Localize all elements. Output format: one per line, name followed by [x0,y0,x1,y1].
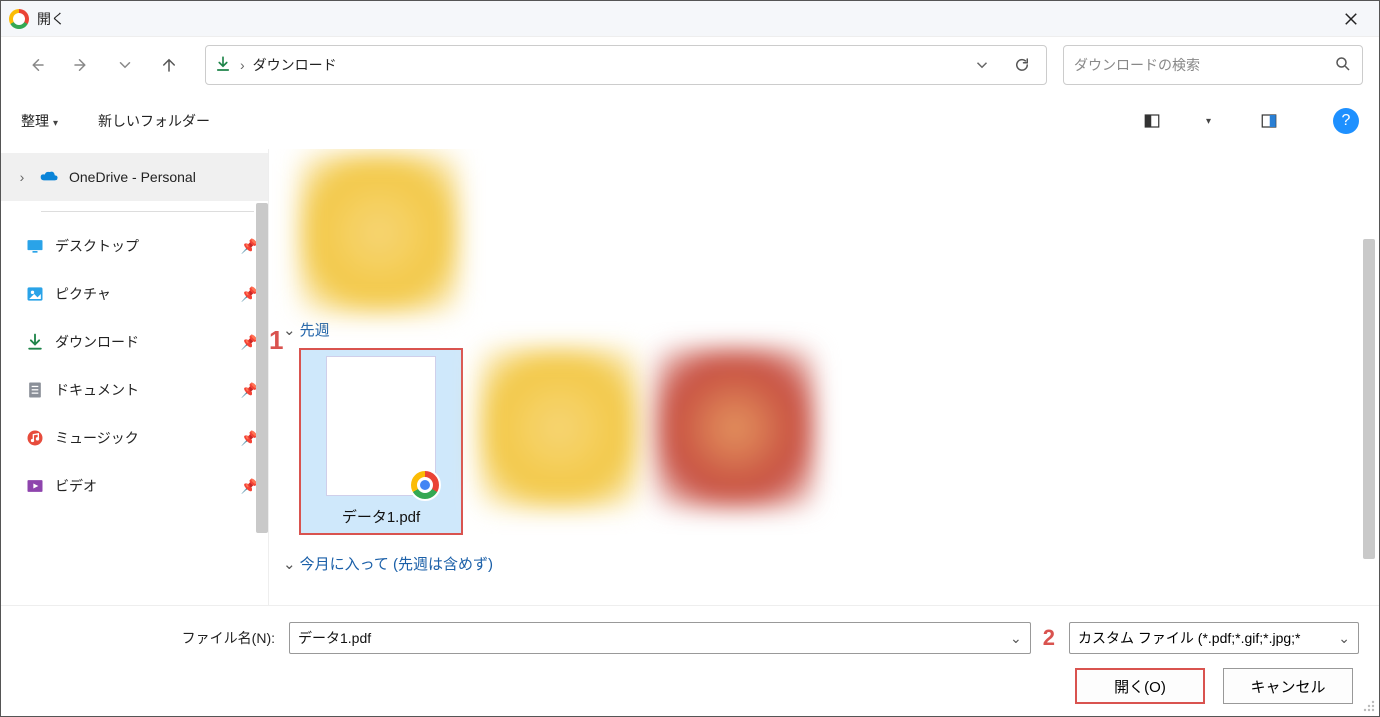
open-button-label: 開く(O) [1114,676,1166,697]
search-placeholder: ダウンロードの検索 [1074,55,1334,75]
sidebar-item-videos[interactable]: ビデオ 📌 [1,462,268,510]
close-button[interactable] [1331,1,1371,36]
refresh-icon [1013,56,1031,74]
file-item-selected[interactable]: データ1.pdf [299,348,463,535]
filter-text: カスタム ファイル (*.pdf;*.gif;*.jpg;* [1078,628,1334,648]
filename-input[interactable]: データ1.pdf ⌄ [289,622,1031,654]
downloads-icon [25,332,45,352]
sidebar-item-label: ミュージック [55,428,139,448]
chevron-down-icon: ▾ [1206,116,1211,127]
group-label: 先週 [300,319,330,340]
sidebar-item-label: OneDrive - Personal [69,169,196,185]
up-button[interactable] [149,45,189,85]
sidebar-item-downloads[interactable]: ダウンロード 📌 [1,318,268,366]
organize-label: 整理 [21,113,49,129]
new-folder-button[interactable]: 新しいフォルダー [98,111,210,131]
blurred-file-item[interactable] [655,348,815,508]
open-dialog-window: 開く › ダウンロード [0,0,1380,717]
documents-icon [25,380,45,400]
titlebar: 開く [1,1,1379,37]
annotation-1: 1 [269,325,283,356]
group-header-this-month[interactable]: ⌄ 今月に入って (先週は含めず) [283,553,1379,574]
sidebar: › OneDrive - Personal デスクトップ 📌 ピクチャ [1,149,269,605]
group-header-last-week[interactable]: ⌄ 先週 [283,319,1379,340]
preview-pane-icon [1260,112,1278,130]
sidebar-item-pictures[interactable]: ピクチャ 📌 [1,270,268,318]
organize-menu[interactable]: 整理 ▾ [21,111,58,131]
close-icon [1342,10,1360,28]
toolbar: 整理 ▾ 新しいフォルダー ▾ ? [1,93,1379,149]
pdf-thumbnail [326,356,436,496]
help-icon: ? [1342,112,1351,130]
music-icon [25,428,45,448]
videos-icon [25,476,45,496]
onedrive-icon [39,167,59,187]
chevron-down-icon: ▾ [53,118,58,129]
desktop-icon [25,236,45,256]
resize-grip-icon [1361,698,1377,714]
address-dropdown-button[interactable] [966,56,998,74]
arrow-left-icon [28,56,46,74]
filename-label: ファイル名(N): [21,628,281,648]
sidebar-item-label: ビデオ [55,476,97,496]
sidebar-item-music[interactable]: ミュージック 📌 [1,414,268,462]
breadcrumb-location: ダウンロード [253,55,958,75]
new-folder-label: 新しいフォルダー [98,113,210,129]
refresh-button[interactable] [1006,56,1038,74]
chevron-down-icon: ⌄ [283,321,296,339]
view-layout-icon [1143,112,1161,130]
back-button[interactable] [17,45,57,85]
sidebar-scrollbar[interactable] [256,203,268,533]
sidebar-item-desktop[interactable]: デスクトップ 📌 [1,222,268,270]
group-label: 今月に入って (先週は含めず) [300,553,493,574]
sidebar-item-label: ドキュメント [55,380,139,400]
chevron-down-icon [116,56,134,74]
search-icon [1334,55,1352,76]
sidebar-separator [41,211,254,212]
annotation-2: 2 [1043,625,1055,651]
chevron-down-icon: ⌄ [283,555,296,573]
blurred-file-item[interactable] [479,348,639,508]
arrow-up-icon [160,56,178,74]
chrome-icon [409,469,441,501]
file-type-filter[interactable]: カスタム ファイル (*.pdf;*.gif;*.jpg;* ⌄ [1069,622,1359,654]
sidebar-item-label: ピクチャ [55,284,111,304]
cancel-button[interactable]: キャンセル [1223,668,1353,704]
cancel-button-label: キャンセル [1250,676,1325,697]
address-bar[interactable]: › ダウンロード [205,45,1047,85]
recent-locations-button[interactable] [105,45,145,85]
body: › OneDrive - Personal デスクトップ 📌 ピクチャ [1,149,1379,605]
file-name: データ1.pdf [342,506,420,527]
navbar: › ダウンロード ダウンロードの検索 [1,37,1379,93]
file-list-area: 1 ⌄ 先週 データ1.pdf ⌄ 今月に入って ( [269,149,1379,605]
footer: ファイル名(N): データ1.pdf ⌄ 2 カスタム ファイル (*.pdf;… [1,605,1379,716]
chrome-app-icon [9,9,29,29]
view-mode-button[interactable] [1138,107,1166,135]
chevron-down-icon [973,56,991,74]
chevron-down-icon: ⌄ [1010,630,1022,647]
search-input[interactable]: ダウンロードの検索 [1063,45,1363,85]
pictures-icon [25,284,45,304]
breadcrumb-chevron-icon: › [240,57,245,73]
sidebar-item-label: ダウンロード [55,332,139,352]
help-button[interactable]: ? [1333,108,1359,134]
preview-pane-button[interactable] [1255,107,1283,135]
sidebar-item-documents[interactable]: ドキュメント 📌 [1,366,268,414]
content-scrollbar[interactable] [1363,239,1375,559]
open-button[interactable]: 開く(O) [1075,668,1205,704]
downloads-icon [214,55,232,76]
chevron-down-icon: ⌄ [1338,630,1350,647]
resize-grip[interactable] [1361,698,1377,714]
blurred-file-item[interactable] [299,153,459,313]
chevron-right-icon: › [15,169,29,185]
window-title: 開く [37,9,65,29]
filename-value: データ1.pdf [298,628,1010,648]
forward-button[interactable] [61,45,101,85]
sidebar-item-onedrive[interactable]: › OneDrive - Personal [1,153,268,201]
arrow-right-icon [72,56,90,74]
sidebar-item-label: デスクトップ [55,236,139,256]
